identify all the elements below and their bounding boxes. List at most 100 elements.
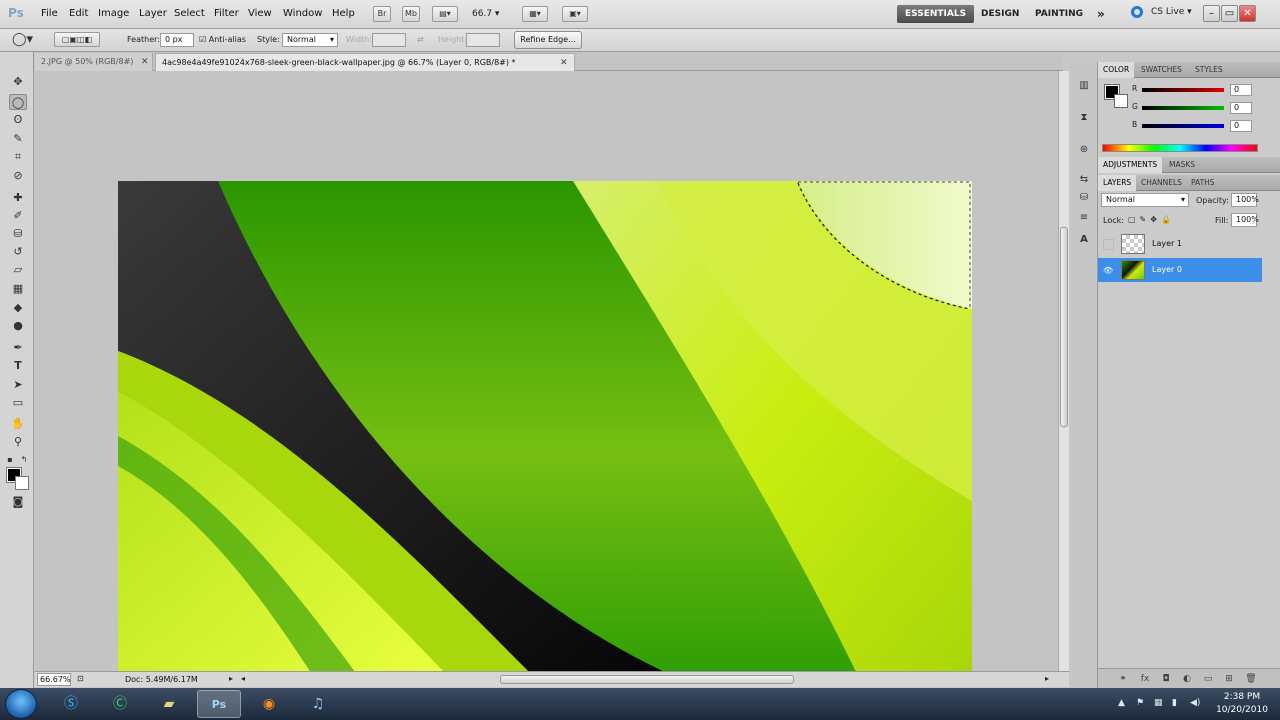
visibility-toggle[interactable] (1103, 239, 1114, 250)
zoom-tool-icon[interactable]: ⚲ (9, 434, 27, 450)
healing-brush-tool-icon[interactable]: ✚ (9, 190, 27, 206)
minimize-button[interactable]: – (1203, 5, 1220, 22)
bridge-button[interactable]: Br (373, 6, 391, 22)
clone-stamp-tool-icon[interactable]: ⛁ (9, 226, 27, 242)
feather-input[interactable]: 0 px (160, 33, 194, 47)
swap-colors-icon[interactable]: ↰ (18, 452, 30, 468)
blur-tool-icon[interactable]: ◆ (9, 300, 27, 316)
cs-live-button[interactable]: CS Live ▾ (1151, 7, 1192, 17)
red-slider[interactable] (1142, 88, 1224, 92)
tab-color[interactable]: COLOR (1098, 62, 1135, 78)
close-tab-icon[interactable]: ✕ (560, 54, 568, 72)
paragraph-panel-icon[interactable]: ≡ (1076, 210, 1092, 226)
layer-row-layer-0[interactable]: 👁 Layer 0 (1098, 258, 1262, 282)
eye-icon[interactable]: 👁 (1103, 265, 1114, 276)
link-layers-icon[interactable]: ⚭ (1116, 673, 1130, 685)
brush-tool-icon[interactable]: ✐ (9, 208, 27, 224)
menu-filter[interactable]: Filter (214, 8, 239, 19)
menu-layer[interactable]: Layer (139, 8, 167, 19)
quick-selection-tool-icon[interactable]: ✎ (9, 131, 27, 147)
elliptical-marquee-preset-icon[interactable]: ◯▾ (12, 32, 33, 48)
clock-date[interactable]: 10/20/2010 (1214, 705, 1270, 715)
eyedropper-tool-icon[interactable]: ⊘ (9, 168, 27, 184)
workspace-more-icon[interactable]: » (1089, 5, 1113, 23)
actions-panel-icon[interactable]: ⊛ (1076, 142, 1092, 158)
photoshop-icon[interactable]: Ps (197, 690, 241, 718)
background-color-swatch[interactable] (15, 476, 29, 490)
rectangle-tool-icon[interactable]: ▭ (9, 395, 27, 411)
height-input[interactable] (466, 33, 500, 47)
itunes-icon[interactable]: ♫ (296, 690, 340, 718)
lasso-tool-icon[interactable]: ʘ (9, 112, 27, 128)
bg-color-preview[interactable] (1114, 94, 1128, 108)
view-extras-icon[interactable]: ▤▾ (432, 6, 458, 22)
style-select[interactable]: Normal ▾ (282, 33, 338, 47)
swap-dimensions-icon[interactable]: ⇄ (417, 35, 424, 44)
vertical-scrollbar[interactable] (1058, 71, 1069, 671)
move-tool-icon[interactable]: ✥ (9, 74, 27, 90)
adjustment-layer-icon[interactable]: ◐ (1180, 673, 1194, 685)
restore-button[interactable]: ▭ (1221, 5, 1238, 22)
firefox-icon[interactable]: ◉ (247, 690, 291, 718)
mini-bridge-panel-icon[interactable]: ▥ (1076, 78, 1092, 94)
brush-presets-icon[interactable]: ⇆ (1076, 172, 1092, 188)
tab-masks[interactable]: MASKS (1164, 157, 1200, 173)
width-input[interactable] (372, 33, 406, 47)
menu-select[interactable]: Select (174, 8, 205, 19)
gradient-tool-icon[interactable]: ▦ (9, 281, 27, 297)
refine-edge-button[interactable]: Refine Edge... (514, 31, 582, 49)
green-value[interactable]: 0 (1230, 102, 1252, 114)
arrange-documents-icon[interactable]: ▦▾ (522, 6, 548, 22)
blend-mode-select[interactable]: Normal ▾ (1101, 193, 1189, 207)
canvas-area[interactable] (35, 71, 1058, 671)
lock-options-icons[interactable]: ▢✎✥🔒 (1128, 215, 1175, 224)
quick-mask-icon[interactable]: ◙ (9, 494, 27, 510)
opacity-input[interactable]: 100% (1231, 193, 1259, 207)
tab-2-jpg[interactable]: 2.JPG @ 50% (RGB/8#) ✕ (35, 53, 153, 71)
folder-icon[interactable]: ▰ (147, 690, 191, 718)
menu-edit[interactable]: Edit (69, 8, 88, 19)
tab-channels[interactable]: CHANNELS (1136, 175, 1187, 191)
tray-volume-icon[interactable]: ◀) (1190, 698, 1200, 708)
tray-network-icon[interactable]: ▦ (1154, 698, 1163, 708)
new-group-icon[interactable]: ▭ (1201, 673, 1215, 685)
color-spectrum-bar[interactable] (1102, 144, 1258, 152)
menu-image[interactable]: Image (98, 8, 129, 19)
mini-bridge-button[interactable]: Mb (402, 6, 420, 22)
tab-layers[interactable]: LAYERS (1098, 175, 1137, 191)
tab-adjustments[interactable]: ADJUSTMENTS (1098, 157, 1163, 173)
selection-mode-icons[interactable]: ▢▣◫◧ (54, 32, 100, 47)
horizontal-scroll-thumb[interactable] (500, 675, 794, 684)
clock-time[interactable]: 2:38 PM (1214, 692, 1270, 702)
tray-signal-icon[interactable]: ▮ (1172, 698, 1177, 708)
tab-swatches[interactable]: SWATCHES (1136, 62, 1187, 78)
history-panel-icon[interactable]: ⧗ (1076, 110, 1092, 126)
tray-app-icon[interactable]: ⚑ (1136, 698, 1144, 708)
crop-tool-icon[interactable]: ⌗ (9, 149, 27, 165)
layer-style-icon[interactable]: fx (1138, 673, 1152, 685)
delete-layer-icon[interactable]: 🗑 (1244, 673, 1258, 685)
clone-source-icon[interactable]: ⛁ (1076, 190, 1092, 206)
green-slider[interactable] (1142, 106, 1224, 110)
fill-input[interactable]: 100% (1231, 213, 1259, 227)
scroll-left-icon[interactable]: ◂ (241, 674, 245, 683)
tab-paths[interactable]: PATHS (1186, 175, 1220, 191)
menu-window[interactable]: Window (283, 8, 322, 19)
eraser-tool-icon[interactable]: ▱ (9, 262, 27, 278)
close-tab-icon[interactable]: ✕ (141, 53, 149, 71)
layer-row-layer-1[interactable]: Layer 1 (1098, 232, 1262, 256)
menu-file[interactable]: File (41, 8, 58, 19)
workspace-painting[interactable]: PAINTING (1027, 5, 1091, 23)
tray-expand-icon[interactable]: ▲ (1118, 698, 1125, 708)
red-value[interactable]: 0 (1230, 84, 1252, 96)
status-menu-arrow-icon[interactable]: ▸ (229, 674, 233, 683)
start-button[interactable] (5, 689, 37, 719)
workspace-essentials[interactable]: ESSENTIALS (897, 5, 975, 23)
elliptical-marquee-tool-icon[interactable]: ◯ (9, 94, 27, 110)
close-button[interactable]: ✕ (1239, 5, 1256, 22)
blue-slider[interactable] (1142, 124, 1224, 128)
character-panel-icon[interactable]: A (1076, 232, 1092, 248)
antialias-checkbox[interactable]: ☑ Anti-alias (199, 35, 246, 44)
tab-wallpaper[interactable]: 4ac98e4a49fe91024x768-sleek-green-black-… (155, 53, 575, 71)
default-colors-icon[interactable]: ▪ (4, 452, 16, 468)
